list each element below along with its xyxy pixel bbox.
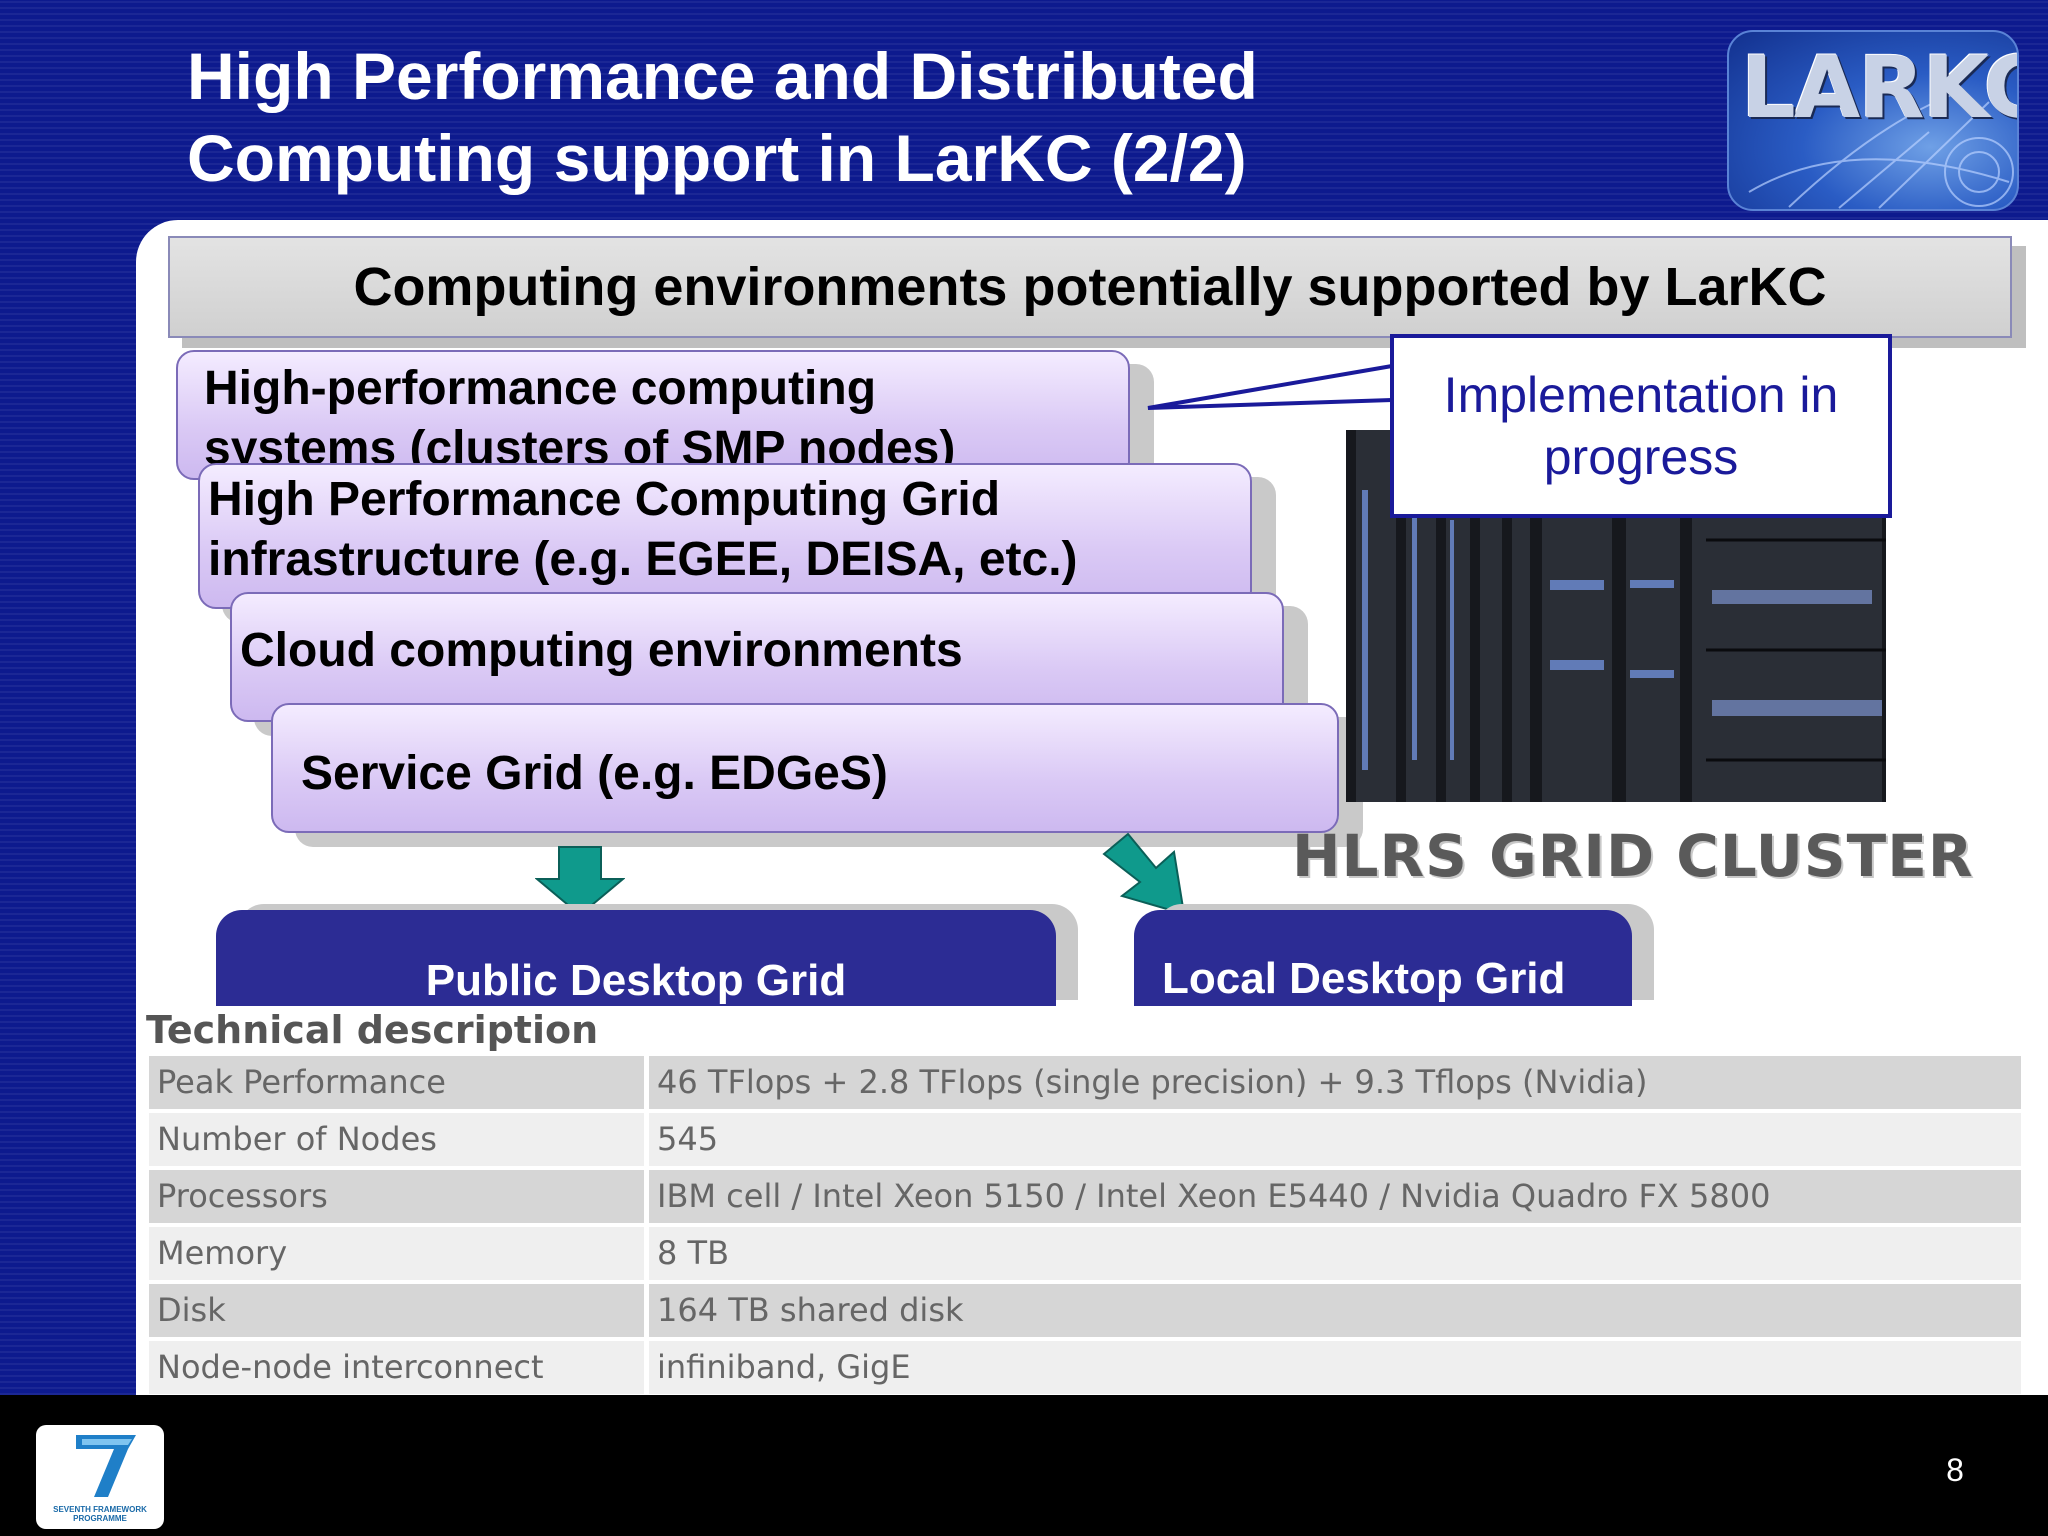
table-row: Peak Performance 46 TFlops + 2.8 TFlops … xyxy=(149,1056,2021,1109)
fp7-logo-text: SEVENTH FRAMEWORK PROGRAMME xyxy=(53,1505,147,1523)
row-label: Memory xyxy=(149,1227,644,1280)
table-row: Disk 164 TB shared disk xyxy=(149,1284,2021,1337)
callout-line-1: Implementation in xyxy=(1443,367,1839,423)
table-row: Number of Nodes 545 xyxy=(149,1113,2021,1166)
down-arrow-icon xyxy=(535,846,625,917)
row-value: 545 xyxy=(649,1113,2021,1166)
table-row: Node-node interconnect infiniband, GigE xyxy=(149,1341,2021,1394)
slide-title-line-1: High Performance and Distributed xyxy=(187,39,1258,113)
table-title: Technical description xyxy=(146,1008,599,1052)
service-grid-label: Service Grid (e.g. EDGeS) xyxy=(301,747,888,800)
table-row: Memory 8 TB xyxy=(149,1227,2021,1280)
row-label: Number of Nodes xyxy=(149,1113,644,1166)
slide-title-line-2: Computing support in LarKC (2/2) xyxy=(187,121,1247,195)
hpc-grid-line-1: High Performance Computing Grid xyxy=(208,473,1001,526)
section-header-bar: Computing environments potentially suppo… xyxy=(168,236,2012,338)
fp7-seven-icon xyxy=(76,1435,136,1497)
public-desktop-grid-box: Public Desktop Grid xyxy=(216,910,1056,1006)
row-label: Peak Performance xyxy=(149,1056,644,1109)
page-number: 8 xyxy=(1946,1452,1964,1488)
implementation-callout: Implementation in progress xyxy=(1390,334,1892,518)
row-label: Node-node interconnect xyxy=(149,1341,644,1394)
row-value: 8 TB xyxy=(649,1227,2021,1280)
photo-caption: HLRS GRID CLUSTER xyxy=(1292,822,1974,890)
footer-bar xyxy=(0,1395,2048,1536)
table-row: Processors IBM cell / Intel Xeon 5150 / … xyxy=(149,1170,2021,1223)
hpc-grid-line-2: infrastructure (e.g. EGEE, DEISA, etc.) xyxy=(208,533,1078,586)
row-value: 46 TFlops + 2.8 TFlops (single precision… xyxy=(649,1056,2021,1109)
fp7-logo: SEVENTH FRAMEWORK PROGRAMME xyxy=(36,1425,164,1529)
public-desktop-grid-label: Public Desktop Grid xyxy=(425,956,847,1005)
row-value: IBM cell / Intel Xeon 5150 / Intel Xeon … xyxy=(649,1170,2021,1223)
technical-description-table: Technical description Peak Performance 4… xyxy=(136,1006,2048,1395)
larkc-logo-text: LARKC xyxy=(1741,38,2019,138)
hpc-systems-box: High-performance computing systems (clus… xyxy=(176,350,1130,480)
larkc-logo: LARKC xyxy=(1727,30,2019,211)
service-grid-box: Service Grid (e.g. EDGeS) xyxy=(271,703,1339,833)
row-value: infiniband, GigE xyxy=(649,1341,2021,1394)
local-desktop-grid-label: Local Desktop Grid xyxy=(1162,954,1566,1003)
row-label: Processors xyxy=(149,1170,644,1223)
local-desktop-grid-box: Local Desktop Grid xyxy=(1134,910,1632,1006)
hpc-grid-box: High Performance Computing Grid infrastr… xyxy=(198,463,1252,609)
hpc-systems-line-1: High-performance computing xyxy=(204,362,877,415)
callout-line-2: progress xyxy=(1543,429,1739,485)
cloud-computing-label: Cloud computing environments xyxy=(240,624,963,677)
diagonal-down-arrow-icon xyxy=(1102,832,1186,916)
row-label: Disk xyxy=(149,1284,644,1337)
row-value: 164 TB shared disk xyxy=(649,1284,2021,1337)
